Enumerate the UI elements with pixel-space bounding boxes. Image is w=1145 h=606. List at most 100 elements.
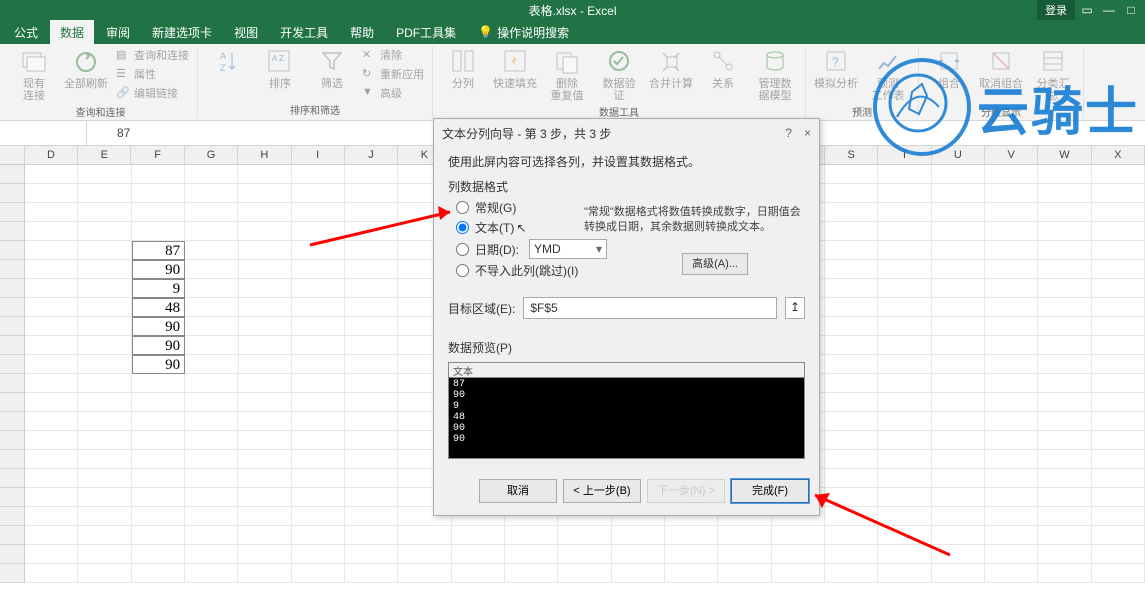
cell[interactable] xyxy=(932,526,985,545)
cell[interactable] xyxy=(932,564,985,583)
cell[interactable] xyxy=(132,412,185,431)
cell[interactable] xyxy=(718,545,771,564)
cell[interactable] xyxy=(132,431,185,450)
cell[interactable] xyxy=(78,545,131,564)
cell[interactable] xyxy=(185,545,238,564)
cell[interactable] xyxy=(985,355,1038,374)
radio-date-row[interactable]: 日期(D): YMD ▾ xyxy=(456,239,805,259)
cell[interactable] xyxy=(78,279,131,298)
cell[interactable] xyxy=(558,526,611,545)
cell[interactable] xyxy=(878,184,931,203)
cell[interactable] xyxy=(78,507,131,526)
cell[interactable] xyxy=(78,488,131,507)
radio-general[interactable] xyxy=(456,201,469,214)
whatif-button[interactable]: ?模拟分析 xyxy=(812,46,860,92)
cell[interactable] xyxy=(292,203,345,222)
cell[interactable] xyxy=(1092,488,1145,507)
row-header[interactable] xyxy=(0,355,25,374)
cell[interactable] xyxy=(239,241,292,260)
cell[interactable] xyxy=(878,279,931,298)
cell[interactable] xyxy=(239,279,292,298)
cell[interactable] xyxy=(132,564,185,583)
cell[interactable] xyxy=(78,526,131,545)
cell[interactable] xyxy=(558,545,611,564)
cell[interactable] xyxy=(25,279,78,298)
cell[interactable] xyxy=(825,336,878,355)
cell[interactable] xyxy=(185,184,238,203)
cell[interactable] xyxy=(825,298,878,317)
cell[interactable] xyxy=(25,393,78,412)
tell-me[interactable]: 💡 操作说明搜索 xyxy=(468,20,579,44)
cell[interactable] xyxy=(25,317,78,336)
cell[interactable] xyxy=(1092,222,1145,241)
cell[interactable] xyxy=(452,526,505,545)
cell[interactable] xyxy=(78,298,131,317)
cell[interactable] xyxy=(132,184,185,203)
cell[interactable] xyxy=(78,336,131,355)
cell[interactable] xyxy=(985,469,1038,488)
advanced-filter-button[interactable]: ▼高级 xyxy=(360,84,426,102)
cell[interactable] xyxy=(25,374,78,393)
cell[interactable] xyxy=(985,203,1038,222)
cell[interactable] xyxy=(239,336,292,355)
cell[interactable] xyxy=(932,374,985,393)
row-header[interactable] xyxy=(0,165,25,184)
tab-data[interactable]: 数据 xyxy=(50,20,94,44)
cell[interactable] xyxy=(718,564,771,583)
cell[interactable] xyxy=(185,260,238,279)
date-format-select[interactable]: YMD ▾ xyxy=(529,239,607,259)
cell[interactable] xyxy=(25,203,78,222)
cell[interactable] xyxy=(878,317,931,336)
cell[interactable] xyxy=(985,412,1038,431)
cell[interactable] xyxy=(345,564,398,583)
cell[interactable] xyxy=(772,545,825,564)
cell[interactable] xyxy=(878,222,931,241)
cell[interactable] xyxy=(25,412,78,431)
cell[interactable] xyxy=(78,260,131,279)
cell[interactable] xyxy=(1038,165,1091,184)
cell[interactable] xyxy=(932,507,985,526)
cell[interactable] xyxy=(1038,507,1091,526)
cell[interactable] xyxy=(1092,526,1145,545)
row-header[interactable] xyxy=(0,260,25,279)
cell[interactable] xyxy=(718,526,771,545)
cell[interactable]: 90 xyxy=(132,317,185,336)
cell[interactable] xyxy=(185,488,238,507)
cell[interactable] xyxy=(25,222,78,241)
cell[interactable] xyxy=(292,469,345,488)
cell[interactable] xyxy=(185,450,238,469)
cell[interactable] xyxy=(185,298,238,317)
text-to-columns-button[interactable]: 分列 xyxy=(439,46,487,92)
col-header[interactable]: D xyxy=(25,146,78,164)
cell[interactable] xyxy=(665,564,718,583)
cell[interactable] xyxy=(985,545,1038,564)
cell[interactable] xyxy=(78,412,131,431)
cell[interactable] xyxy=(932,222,985,241)
cell[interactable] xyxy=(1092,298,1145,317)
cell[interactable] xyxy=(132,488,185,507)
cell[interactable] xyxy=(132,374,185,393)
cell[interactable] xyxy=(878,450,931,469)
cell[interactable] xyxy=(932,431,985,450)
row-header[interactable] xyxy=(0,431,25,450)
finish-button[interactable]: 完成(F) xyxy=(731,479,809,503)
cell[interactable] xyxy=(985,279,1038,298)
cell[interactable] xyxy=(1038,469,1091,488)
cell[interactable] xyxy=(878,431,931,450)
cell[interactable] xyxy=(825,507,878,526)
cell[interactable] xyxy=(132,545,185,564)
cell[interactable] xyxy=(932,355,985,374)
cell[interactable] xyxy=(292,222,345,241)
cell[interactable] xyxy=(1038,317,1091,336)
cell[interactable] xyxy=(132,526,185,545)
cell[interactable] xyxy=(345,374,398,393)
col-header[interactable]: F xyxy=(131,146,184,164)
cell[interactable] xyxy=(292,184,345,203)
cell[interactable] xyxy=(452,545,505,564)
cell[interactable] xyxy=(345,469,398,488)
cell[interactable] xyxy=(1092,260,1145,279)
data-model-button[interactable]: 管理数据模型 xyxy=(751,46,799,104)
cell[interactable] xyxy=(292,488,345,507)
cell[interactable] xyxy=(825,317,878,336)
cell[interactable] xyxy=(345,203,398,222)
